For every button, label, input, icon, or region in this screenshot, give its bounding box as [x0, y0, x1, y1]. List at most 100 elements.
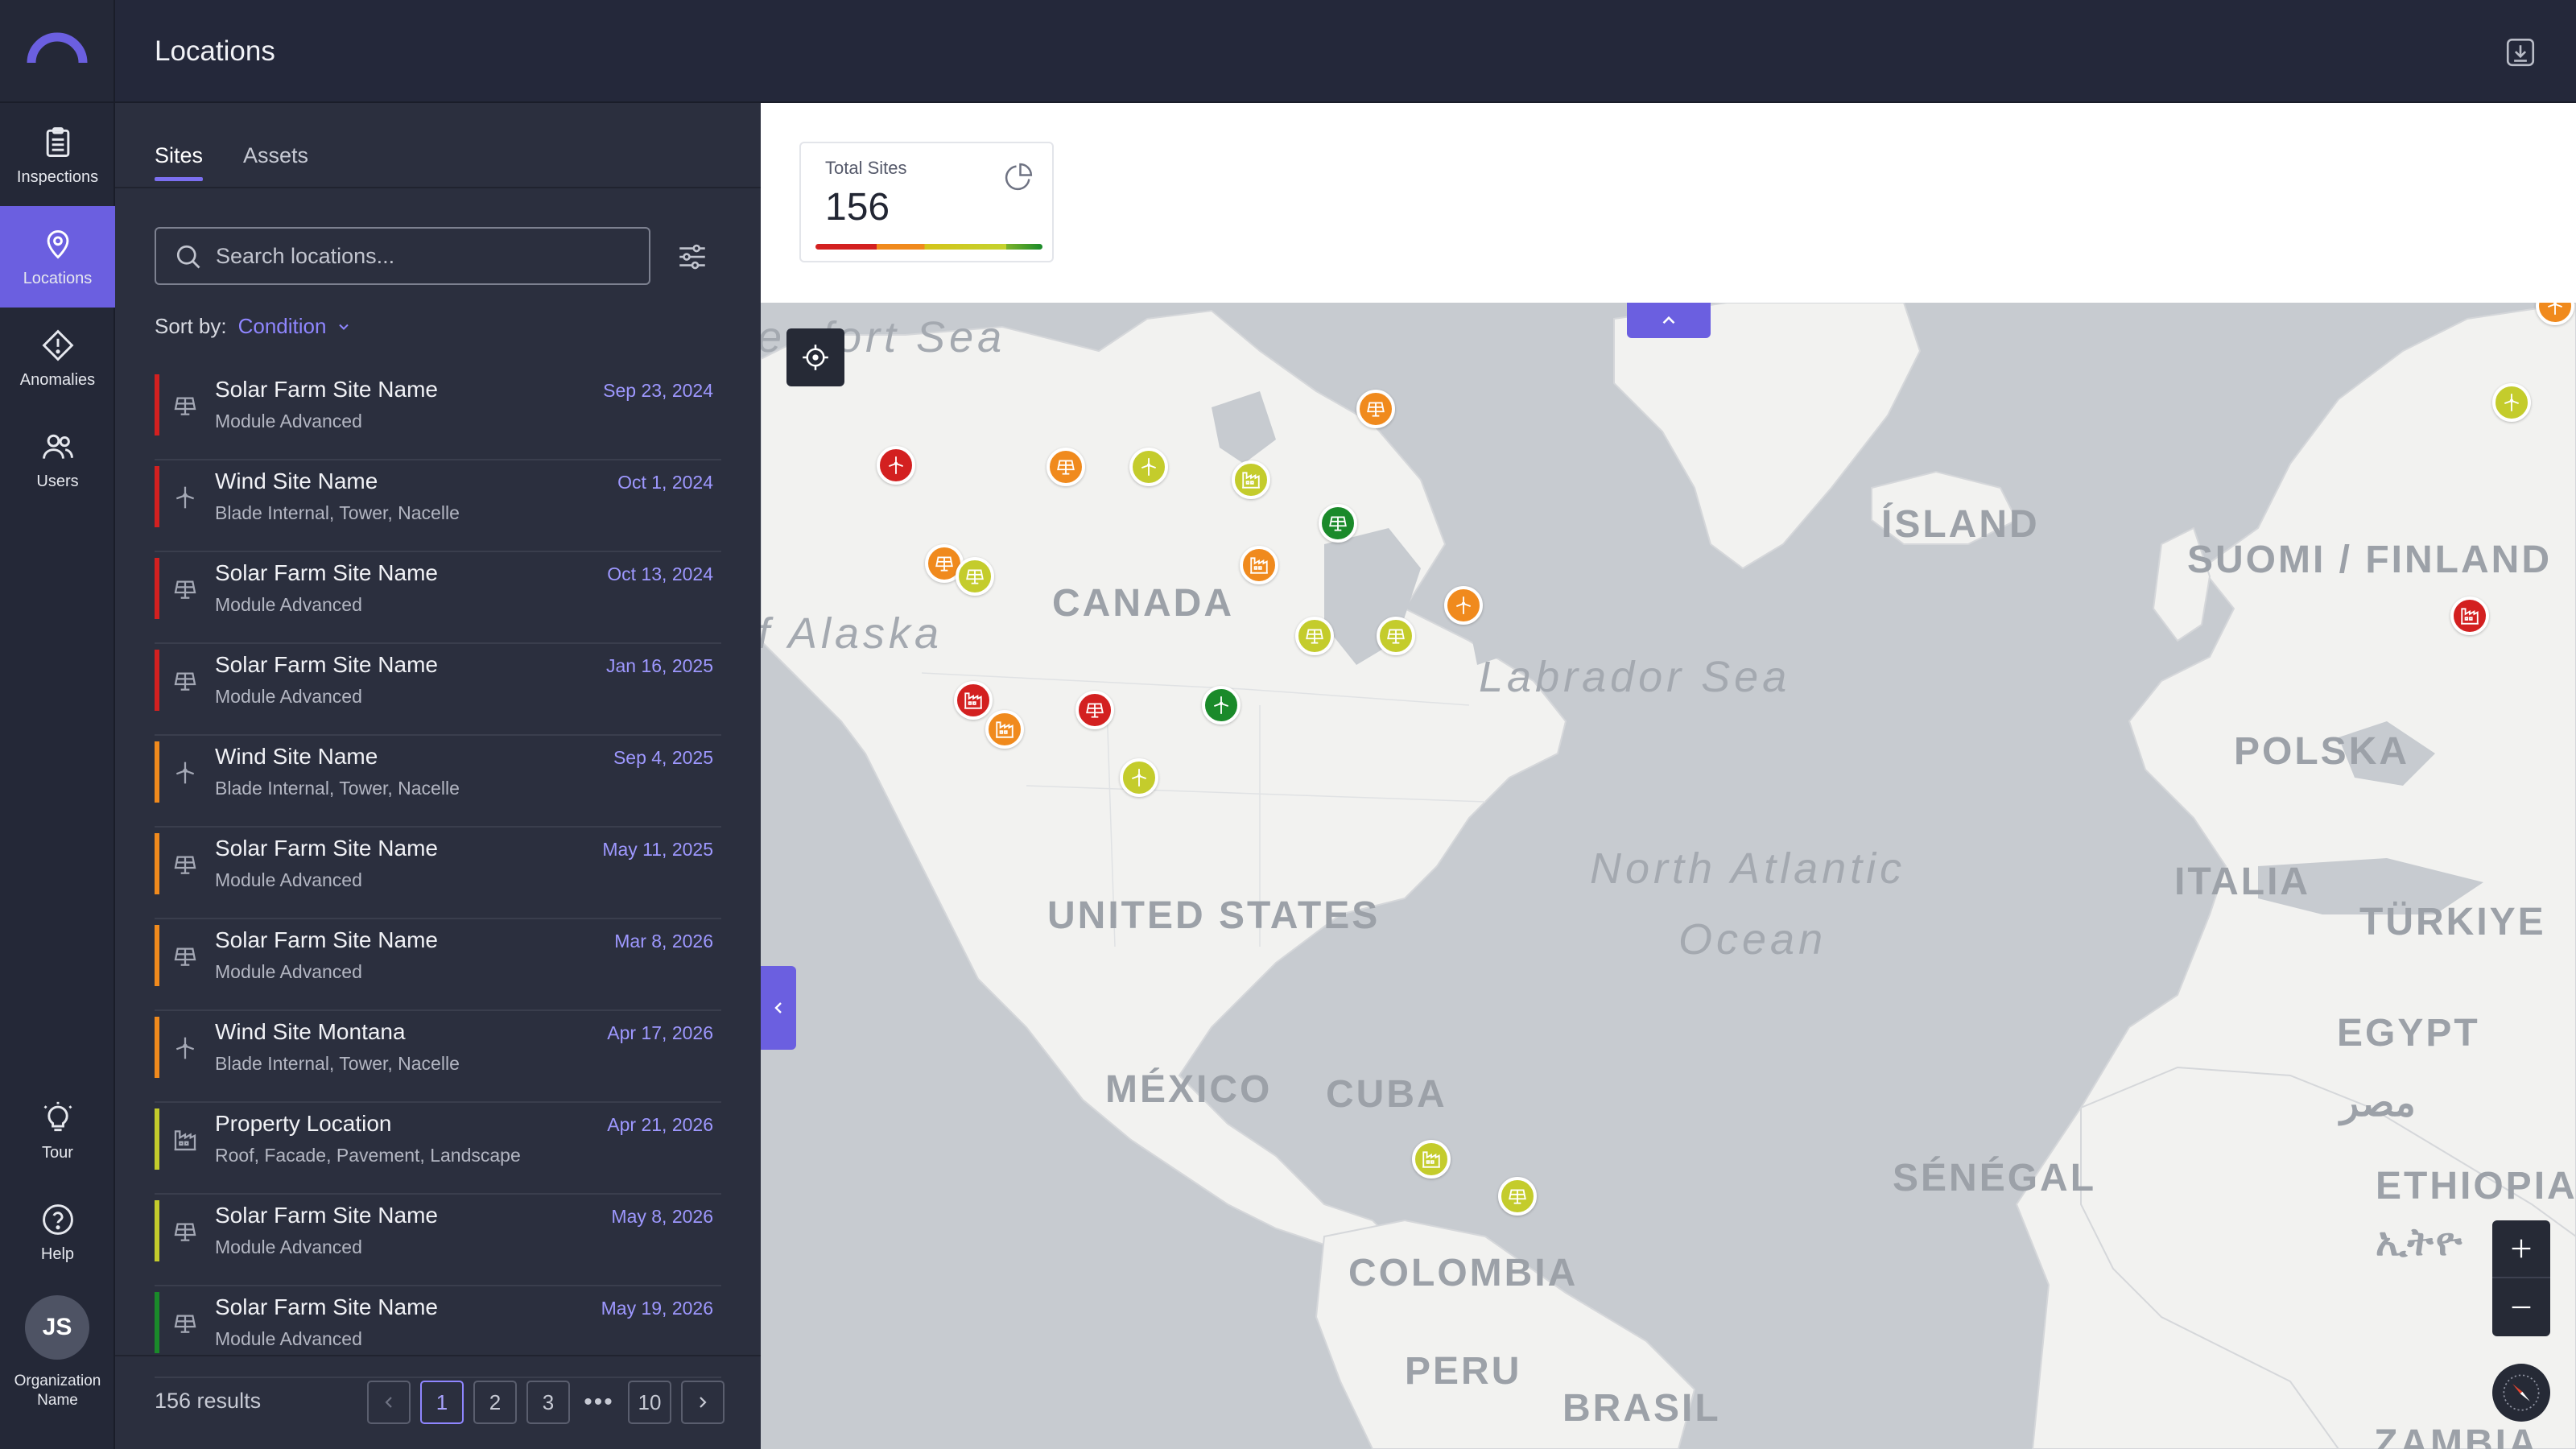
rail-divider: [0, 101, 115, 103]
map-label-country: CANADA: [1052, 582, 1234, 625]
collapse-summary-button[interactable]: [1627, 303, 1711, 338]
site-marker[interactable]: [1295, 617, 1334, 655]
user-avatar[interactable]: JS: [25, 1295, 89, 1360]
zoom-in-button[interactable]: [2492, 1220, 2550, 1278]
plus-icon: [2512, 1239, 2531, 1258]
nav-inspections[interactable]: Inspections: [0, 105, 115, 206]
next-page-button[interactable]: [681, 1381, 724, 1424]
site-marker[interactable]: [1240, 546, 1278, 584]
tab-assets[interactable]: Assets: [243, 143, 308, 181]
map-label-country: PERU: [1405, 1350, 1522, 1393]
building-icon: [1241, 469, 1261, 490]
page-button[interactable]: 10: [628, 1381, 671, 1424]
condition-indicator: [155, 1108, 159, 1170]
site-marker[interactable]: [1412, 1140, 1451, 1179]
zoom-out-button[interactable]: [2492, 1278, 2550, 1336]
site-marker[interactable]: [1046, 448, 1085, 486]
pie-chart-icon[interactable]: [1002, 161, 1034, 193]
site-marker[interactable]: [954, 681, 993, 720]
page-button[interactable]: 3: [526, 1381, 570, 1424]
solar-panel-icon: [172, 1219, 198, 1245]
site-list-item[interactable]: Solar Farm Site Name Module Advanced Oct 1…: [155, 552, 721, 644]
site-list-item[interactable]: Solar Farm Site Name Module Advanced Mar 8…: [155, 919, 721, 1011]
map-label-country: UNITED STATES: [1047, 894, 1381, 937]
compass-button[interactable]: [2492, 1364, 2550, 1422]
wind-turbine-icon: [172, 1035, 198, 1061]
solar-panel-icon: [1055, 456, 1076, 477]
chevron-left-icon: [385, 1397, 392, 1408]
site-marker[interactable]: [2492, 383, 2531, 422]
site-marker[interactable]: [1377, 617, 1415, 655]
site-marker[interactable]: [1498, 1177, 1537, 1216]
site-list-item[interactable]: Wind Site Name Blade Internal, Tower, Nac…: [155, 736, 721, 828]
map-canvas[interactable]: ewfort Sea f Alaska CANADA Labrador Sea …: [761, 303, 2576, 1449]
map-label-country: مصر: [2340, 1082, 2416, 1125]
filter-sliders-icon[interactable]: [675, 240, 709, 274]
site-marker[interactable]: [1232, 460, 1270, 499]
site-name: Solar Farm Site Name: [215, 836, 438, 861]
wind-turbine-icon: [1211, 695, 1232, 716]
site-date: Jan 16, 2025: [605, 655, 713, 676]
total-sites-card[interactable]: Total Sites 156: [799, 142, 1054, 262]
map-label-country: SUOMI / FINLAND: [2187, 539, 2552, 581]
sort-label: Sort by:: [155, 314, 227, 338]
tabs-divider: [115, 187, 761, 188]
map-label-country: MÉXICO: [1105, 1068, 1273, 1111]
site-marker[interactable]: [877, 446, 915, 485]
site-marker[interactable]: [2450, 597, 2489, 635]
site-assets: Blade Internal, Tower, Nacelle: [215, 1053, 460, 1074]
minus-icon: [2512, 1306, 2531, 1309]
site-marker[interactable]: [1129, 448, 1168, 486]
pagination: 1 2 3 ••• 10: [367, 1381, 724, 1424]
prev-page-button[interactable]: [367, 1381, 411, 1424]
chevron-left-icon: [774, 1002, 782, 1013]
site-marker[interactable]: [1319, 504, 1357, 543]
download-icon[interactable]: [2504, 35, 2537, 69]
site-list-item[interactable]: Solar Farm Site Name Module Advanced May 8…: [155, 1195, 721, 1286]
page-button[interactable]: 2: [473, 1381, 517, 1424]
site-assets: Blade Internal, Tower, Nacelle: [215, 778, 460, 799]
nav-help[interactable]: Help: [0, 1182, 115, 1283]
site-marker[interactable]: [956, 557, 994, 596]
locate-button[interactable]: [786, 328, 844, 386]
map-label-sea: f Alaska: [761, 609, 943, 658]
wind-turbine-icon: [1129, 767, 1150, 788]
map-label-sea: Ocean: [1678, 915, 1827, 964]
sort-dropdown[interactable]: Condition: [238, 314, 353, 339]
app-logo-icon[interactable]: [27, 26, 88, 66]
building-icon: [1249, 555, 1269, 576]
site-marker[interactable]: [985, 710, 1024, 749]
map-label-country: EGYPT: [2337, 1012, 2480, 1055]
site-marker[interactable]: [1444, 586, 1483, 625]
nav-tour[interactable]: Tour: [0, 1080, 115, 1182]
site-list-item[interactable]: Solar Farm Site Name Module Advanced Sep 2…: [155, 369, 721, 460]
locations-panel: Sites Assets Sort by: Condition Solar Fa…: [115, 103, 761, 1449]
nav-anomalies[interactable]: Anomalies: [0, 308, 115, 409]
sort-value: Condition: [237, 314, 327, 338]
site-assets: Module Advanced: [215, 594, 362, 615]
nav-locations[interactable]: Locations: [0, 206, 115, 308]
site-list-item[interactable]: Wind Site Montana Blade Internal, Tower, …: [155, 1011, 721, 1103]
map-label-country: CUBA: [1326, 1073, 1447, 1116]
site-marker[interactable]: [1356, 390, 1395, 428]
site-date: Mar 8, 2026: [614, 931, 713, 952]
site-marker[interactable]: [1120, 758, 1158, 797]
site-list-item[interactable]: Solar Farm Site Name Module Advanced Jan 1…: [155, 644, 721, 736]
nav-locations-label: Locations: [23, 269, 93, 287]
site-marker[interactable]: [1202, 686, 1241, 724]
site-date: May 19, 2026: [601, 1298, 713, 1319]
site-name: Solar Farm Site Name: [215, 377, 438, 402]
toggle-panel-button[interactable]: [761, 966, 796, 1050]
tab-sites[interactable]: Sites: [155, 143, 204, 181]
site-list-item[interactable]: Solar Farm Site Name Module Advanced May 1…: [155, 828, 721, 919]
alert-diamond-icon: [42, 329, 73, 361]
search-input[interactable]: [216, 243, 649, 269]
site-list-item[interactable]: Wind Site Name Blade Internal, Tower, Nac…: [155, 460, 721, 552]
site-list-item[interactable]: Property Location Roof, Facade, Pavement,…: [155, 1103, 721, 1195]
page-button[interactable]: 1: [420, 1381, 464, 1424]
solar-panel-icon: [172, 852, 198, 877]
nav-users[interactable]: Users: [0, 409, 115, 510]
site-marker[interactable]: [1075, 691, 1114, 729]
help-circle-icon: [42, 1203, 73, 1235]
condition-indicator: [155, 833, 159, 894]
